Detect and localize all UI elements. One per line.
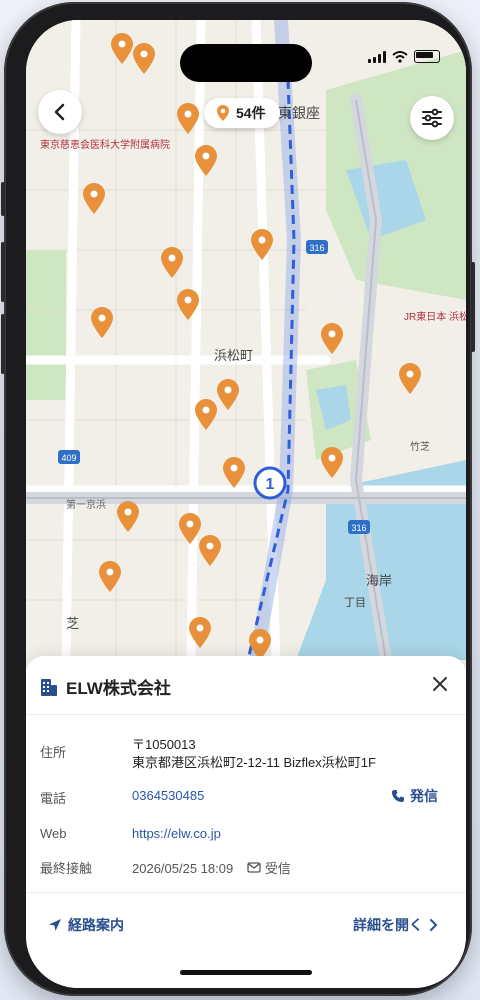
call-label: 発信	[410, 788, 438, 804]
company-name: ELW株式会社	[66, 679, 171, 698]
map-label: 東銀座	[278, 105, 320, 121]
phone-frame: 316 316 409 東銀座 浜松町 海岸 丁目 芝 東京慈恵会医科大学附属病…	[1, 2, 475, 996]
svg-text:1: 1	[266, 476, 275, 493]
chevron-right-icon	[430, 919, 438, 931]
phone-volume-up	[1, 242, 5, 302]
mail-icon	[247, 862, 261, 873]
call-button[interactable]: 発信	[391, 786, 438, 806]
address-label: 住所	[40, 745, 67, 760]
address-value: 東京都港区浜松町2-12-11 Bizflex浜松町1F	[132, 755, 376, 770]
chevron-left-icon	[54, 103, 65, 121]
web-link[interactable]: https://elw.co.jp	[132, 826, 221, 841]
web-label: Web	[40, 826, 67, 841]
phone-action-button	[1, 182, 5, 216]
battery-icon	[414, 50, 440, 63]
filter-button[interactable]	[410, 96, 454, 140]
sheet-header: ELW株式会社	[40, 674, 171, 699]
directions-button[interactable]: 経路案内	[48, 915, 124, 935]
phone-volume-down	[1, 314, 5, 374]
svg-text:409: 409	[61, 453, 76, 463]
result-count: 54件	[236, 105, 266, 121]
divider	[26, 714, 466, 715]
phone-link[interactable]: 0364530485	[132, 788, 204, 803]
map-label: 竹芝	[410, 440, 430, 453]
map-label: 第一京浜	[66, 498, 106, 511]
svg-text:316: 316	[351, 523, 366, 533]
svg-text:316: 316	[309, 243, 324, 253]
phone-power-button	[471, 262, 475, 352]
phone-label: 電話	[40, 791, 67, 806]
building-icon	[41, 678, 57, 696]
wifi-icon	[392, 50, 408, 63]
sliders-icon	[422, 108, 442, 128]
last-contact-type-label: 受信	[264, 861, 291, 876]
close-icon	[433, 677, 447, 691]
map-label: 芝	[66, 616, 79, 631]
map-label: 東京慈恵会医科大学附属病院	[40, 138, 170, 151]
selected-marker[interactable]: 1	[253, 466, 287, 500]
park-area	[26, 250, 66, 400]
route-shield: 316	[348, 520, 370, 534]
last-contact-datetime: 2026/05/25 18:09	[132, 861, 234, 876]
map-label: 浜松町	[214, 348, 253, 363]
last-contact-value: 2026/05/25 18:09 受信	[132, 858, 291, 877]
result-count-badge: 54件	[204, 98, 280, 128]
detail-sheet: ELW株式会社	[26, 656, 466, 988]
dynamic-island	[180, 44, 312, 82]
last-contact-label: 最終接触	[40, 861, 93, 876]
status-bar-icons	[368, 50, 440, 63]
home-indicator	[180, 970, 312, 975]
last-contact-type: 受信	[247, 858, 291, 877]
route-shield: 409	[58, 450, 80, 464]
open-details-label: 詳細を開く	[353, 917, 423, 933]
signal-icon	[368, 50, 386, 63]
phone-screen: 316 316 409 東銀座 浜松町 海岸 丁目 芝 東京慈恵会医科大学附属病…	[26, 20, 466, 988]
directions-label: 経路案内	[68, 917, 124, 933]
map-label: JR東日本 浜松町	[404, 310, 466, 323]
postal-code: 〒1050013	[132, 737, 196, 752]
phone-icon	[392, 790, 404, 802]
divider	[26, 892, 466, 893]
back-button[interactable]	[38, 90, 82, 134]
route-shield: 316	[306, 240, 328, 254]
navigation-arrow-icon	[49, 919, 61, 931]
open-details-button[interactable]: 詳細を開く	[353, 915, 438, 935]
map-label: 海岸	[366, 573, 392, 588]
map-label: 丁目	[344, 597, 366, 609]
close-button[interactable]	[428, 672, 452, 696]
map-pin-icon	[217, 105, 229, 121]
